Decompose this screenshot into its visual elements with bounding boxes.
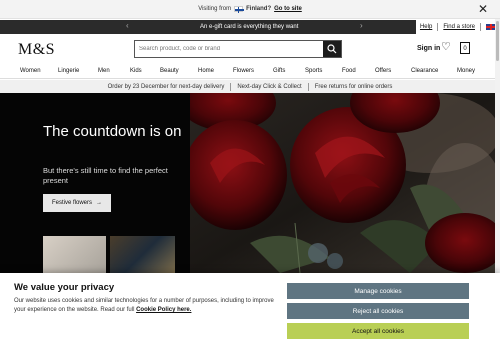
nav-item-clearance[interactable]: Clearance	[411, 68, 438, 74]
heart-icon[interactable]: ♡	[441, 42, 451, 53]
go-to-site-link[interactable]: Go to site	[274, 6, 302, 12]
divider	[230, 82, 232, 91]
bag-icon[interactable]: 0	[460, 42, 470, 54]
nav-item-beauty[interactable]: Beauty	[160, 68, 179, 74]
chevron-right-icon[interactable]: ›	[360, 21, 363, 30]
search-button[interactable]	[323, 41, 341, 57]
divider	[307, 82, 309, 91]
nav-item-food[interactable]: Food	[342, 68, 356, 74]
close-icon[interactable]: ✕	[477, 3, 489, 15]
search-icon	[327, 44, 337, 54]
delivery-click-collect[interactable]: Next-day Click & Collect	[237, 84, 301, 90]
nav-item-gifts[interactable]: Gifts	[273, 68, 285, 74]
divider	[480, 23, 481, 31]
nav-item-home[interactable]: Home	[198, 68, 214, 74]
delivery-next-day[interactable]: Order by 23 December for next-day delive…	[108, 84, 225, 90]
manage-cookies-button[interactable]: Manage cookies	[287, 283, 469, 299]
cookie-policy-link[interactable]: Cookie Policy here.	[136, 307, 191, 313]
nav-item-flowers[interactable]: Flowers	[233, 68, 254, 74]
hero-subtitle: But there's still time to find the perfe…	[43, 166, 168, 185]
nav-item-sports[interactable]: Sports	[305, 68, 322, 74]
search-bar	[134, 40, 342, 58]
hero-title: The countdown is on	[43, 123, 182, 140]
nav-item-kids[interactable]: Kids	[130, 68, 142, 74]
chevron-left-icon[interactable]: ‹	[126, 21, 129, 30]
header: M&S Sign in ♡ 0	[0, 34, 500, 64]
help-link[interactable]: Help	[420, 24, 432, 30]
geo-banner: Visiting from Finland? Go to site	[0, 0, 500, 19]
page-scrollbar[interactable]	[495, 19, 500, 273]
nav-item-men[interactable]: Men	[98, 68, 110, 74]
sign-in-link[interactable]: Sign in	[417, 45, 440, 52]
utility-links: Help Find a store	[415, 20, 500, 34]
logo[interactable]: M&S	[18, 41, 55, 59]
geo-country: Finland?	[246, 6, 272, 12]
cookie-text: Our website uses cookies and similar tec…	[14, 297, 279, 315]
nav-item-offers[interactable]: Offers	[375, 68, 391, 74]
hero-banner: The countdown is on But there's still ti…	[0, 93, 500, 273]
geo-visiting-text: Visiting from	[198, 6, 232, 12]
promo-text[interactable]: An e-gift card is everything they want	[200, 24, 298, 30]
nav-item-money[interactable]: Money	[457, 68, 475, 74]
main-nav: Women Lingerie Men Kids Beauty Home Flow…	[0, 64, 500, 79]
product-thumbnail[interactable]	[43, 236, 106, 273]
nav-item-women[interactable]: Women	[20, 68, 41, 74]
find-store-link[interactable]: Find a store	[443, 24, 475, 30]
finland-flag-icon	[234, 6, 245, 13]
search-input[interactable]	[135, 41, 323, 57]
divider	[437, 23, 439, 31]
accept-cookies-button[interactable]: Accept all cookies	[287, 323, 469, 339]
arrow-right-icon: →	[96, 200, 102, 206]
scrollbar-thumb[interactable]	[496, 21, 499, 61]
promo-bar: ‹ An e-gift card is everything they want…	[0, 20, 500, 34]
cookie-title: We value your privacy	[14, 282, 115, 293]
nav-item-lingerie[interactable]: Lingerie	[58, 68, 79, 74]
roses-image	[180, 93, 500, 273]
product-thumbnail[interactable]	[110, 236, 175, 273]
reject-cookies-button[interactable]: Reject all cookies	[287, 303, 469, 319]
cookie-banner: We value your privacy Our website uses c…	[0, 273, 500, 348]
festive-flowers-label: Festive flowers	[51, 200, 92, 206]
festive-flowers-button[interactable]: Festive flowers →	[43, 194, 111, 212]
delivery-strip: Order by 23 December for next-day delive…	[0, 80, 500, 93]
bag-count: 0	[463, 46, 467, 52]
delivery-free-returns[interactable]: Free returns for online orders	[315, 84, 393, 90]
